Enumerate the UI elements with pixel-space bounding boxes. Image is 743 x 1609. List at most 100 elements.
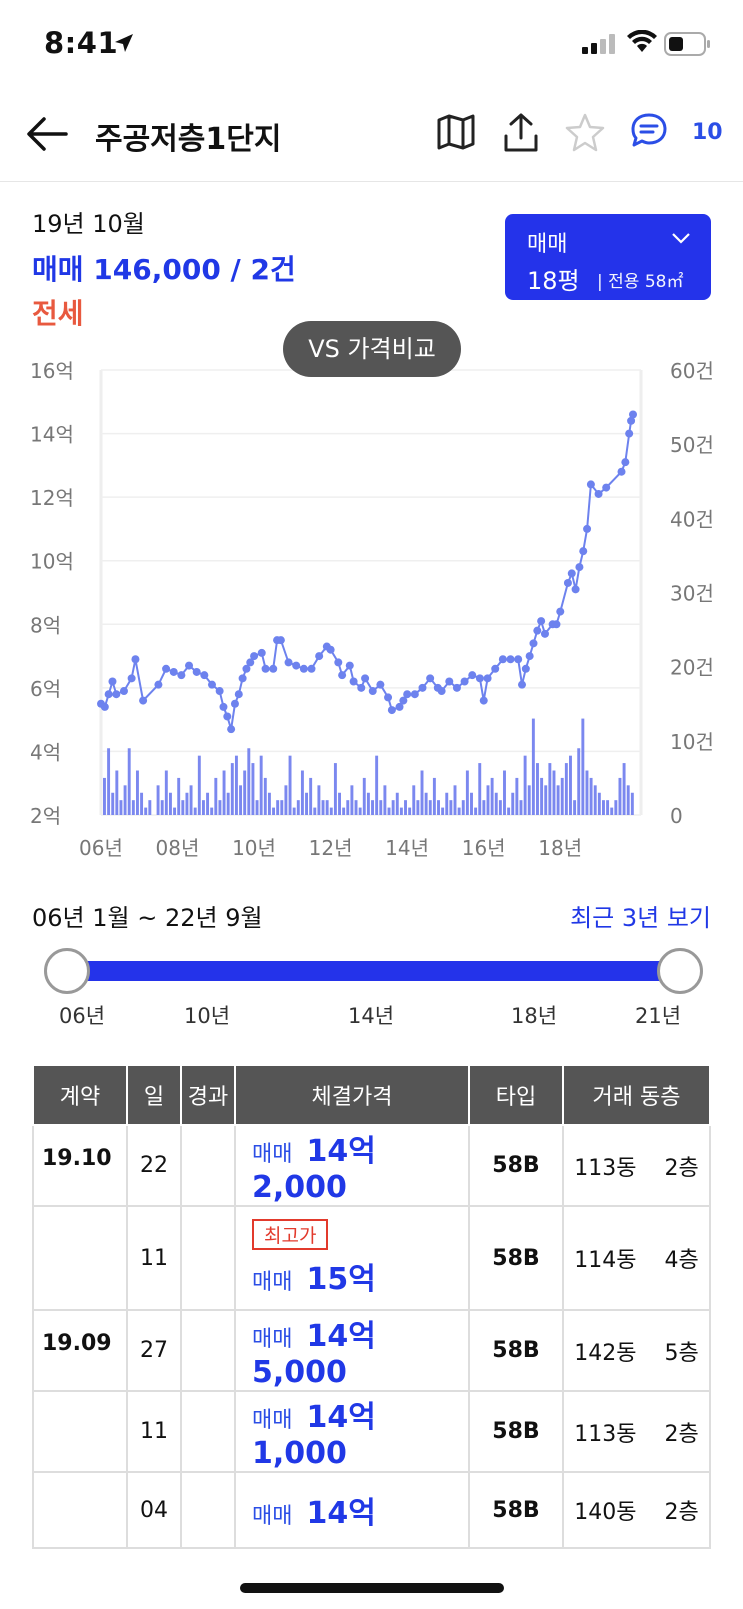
volume-bar [614,800,618,815]
price-point [483,674,492,683]
volume-bar [251,763,255,815]
location-arrow-icon [115,34,133,52]
range-tick: 10년 [184,1004,231,1028]
price-point [410,690,419,699]
volume-bar [189,785,193,815]
price-point [533,626,542,635]
volume-bar [503,770,506,815]
price-point [223,712,232,721]
floor: 2층 [664,1421,699,1447]
volume-bar [606,800,610,815]
star-icon[interactable] [565,112,605,152]
vs-compare-button[interactable]: VS 가격비교 [283,321,461,377]
volume-bar [437,800,440,815]
volume-bar [103,777,106,815]
volume-bar [284,785,288,815]
range-tick: 18년 [511,1004,558,1028]
volume-bar [589,777,593,815]
unit-type: 58B [468,1205,564,1311]
elapsed-cell [180,1471,236,1549]
chat-icon[interactable] [630,112,668,150]
comment-count[interactable]: 10 [692,120,723,145]
volume-bar [272,807,276,815]
col-elapsed: 경과 [180,1064,236,1126]
y-axis-label: 4억 [30,740,61,764]
contract-day: 22 [126,1124,182,1207]
price-point [127,674,136,683]
volume-bar [573,800,577,815]
volume-bar [552,770,556,815]
volume-bar [292,807,296,815]
volume-bar [511,792,515,815]
dong-floor: 113동 2층 [562,1124,711,1207]
volume-bar [395,792,399,815]
price-point [579,547,588,556]
price-point [460,677,469,686]
price-point [185,661,194,670]
volume-bar [333,763,337,815]
table-row[interactable]: 04 매매 14억 58B 140동 2층 [32,1471,711,1549]
volume-bar [399,807,403,815]
price-point [563,578,572,587]
price-point [384,693,393,702]
price-point [602,483,611,492]
share-icon[interactable] [503,112,539,154]
volume-bar [408,807,412,815]
price-point [567,569,576,578]
volume-bar [160,800,164,815]
deal-type-selector[interactable]: 매매 18평 | 전용 58㎡ [505,214,711,300]
home-indicator[interactable] [240,1583,504,1593]
price-point [227,725,236,734]
elapsed-cell [180,1205,236,1311]
volume-bar [515,777,519,815]
map-icon[interactable] [436,112,476,152]
y2-axis-label: 10건 [670,730,714,754]
table-row[interactable]: 19.09 27 매매 14억 5,000 58B 142동 5층 [32,1309,711,1392]
volume-bar [404,800,407,815]
range-slider-track[interactable] [66,961,680,981]
volume-bar [123,785,127,815]
price-point [139,696,148,705]
price-chart[interactable]: 16억 14억 12억 10억 8억 6억 4억 2억 60건 50건 40건 30건 20건 10건 0 0… [0,350,743,860]
price-point [437,687,446,696]
back-arrow-icon[interactable] [24,114,70,154]
unit-type: 58B [468,1471,564,1549]
volume-bar [593,785,597,815]
contract-month: 19.10 [32,1124,128,1207]
table-row[interactable]: 11 최고가 매매 15억 58B 114동 4층 [32,1205,711,1311]
volume-bar [544,785,548,815]
volume-bar [366,792,370,815]
deal-price: 14억 [306,1496,376,1531]
price-point [387,706,396,715]
price-point [594,489,603,498]
volume-bar [131,800,135,815]
range-start-handle[interactable] [44,948,90,994]
dong: 113동 [574,1421,637,1447]
unit-type: 58B [468,1124,564,1207]
volume-bar [391,800,395,815]
recent-3-years-link[interactable]: 최근 3년 보기 [570,898,711,933]
volume-bar [449,800,453,815]
price-point [491,664,500,673]
dong-floor: 140동 2층 [562,1471,711,1549]
deal-type-label: 매매 [527,232,568,257]
volume-bar [420,770,424,815]
range-end-handle[interactable] [657,948,703,994]
chevron-down-icon [672,233,690,244]
volume-bar [309,777,313,815]
table-row[interactable]: 19.10 22 매매 14억 2,000 58B 113동 2층 [32,1124,711,1207]
price-cell: 최고가 매매 15억 [234,1205,470,1311]
volume-bar [387,807,391,815]
price-point [479,696,488,705]
col-price: 체결가격 [234,1064,470,1126]
volume-bar [416,800,420,815]
contract-day: 11 [126,1390,182,1473]
volume-bar [581,718,585,815]
price-point [292,661,301,670]
volume-bar [445,792,449,815]
volume-bar [478,763,482,815]
table-row[interactable]: 11 매매 14억 1,000 58B 113동 2층 [32,1390,711,1473]
floor: 2층 [664,1500,699,1525]
contract-day: 27 [126,1309,182,1392]
volume-bar [177,777,181,815]
